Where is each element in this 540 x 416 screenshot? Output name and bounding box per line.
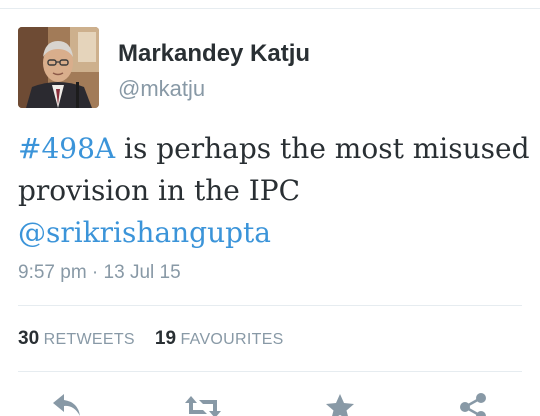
favourites-stat[interactable]: 19 FAVOURITES xyxy=(154,328,284,349)
share-button[interactable] xyxy=(455,392,491,416)
favourite-button[interactable] xyxy=(322,392,358,416)
retweets-stat[interactable]: 30 RETWEETS xyxy=(18,328,135,349)
tweet-timestamp: 9:57 pm · 13 Jul 15 xyxy=(18,262,181,283)
divider xyxy=(18,371,522,372)
share-icon xyxy=(460,393,486,416)
top-divider xyxy=(0,8,540,9)
retweet-button[interactable] xyxy=(183,392,221,416)
retweets-label: RETWEETS xyxy=(43,331,135,348)
retweet-icon xyxy=(185,396,221,416)
hashtag-link[interactable]: #498A xyxy=(18,132,115,165)
favourites-count: 19 xyxy=(154,328,177,349)
reply-icon xyxy=(53,394,80,416)
favourites-label: FAVOURITES xyxy=(180,331,284,348)
reply-button[interactable] xyxy=(50,392,86,416)
retweets-count: 30 xyxy=(18,328,40,349)
divider xyxy=(18,305,522,306)
user-handle[interactable]: @mkatju xyxy=(118,76,205,102)
avatar[interactable] xyxy=(18,27,99,108)
avatar-image xyxy=(18,27,99,108)
user-display-name[interactable]: Markandey Katju xyxy=(118,40,310,68)
tweet-stats: 30 RETWEETS 19 FAVOURITES xyxy=(18,328,284,350)
tweet-text: #498A is perhaps the most misused provis… xyxy=(18,128,533,254)
mention-link[interactable]: @srikrishangupta xyxy=(18,216,271,249)
favourite-icon xyxy=(326,394,354,416)
